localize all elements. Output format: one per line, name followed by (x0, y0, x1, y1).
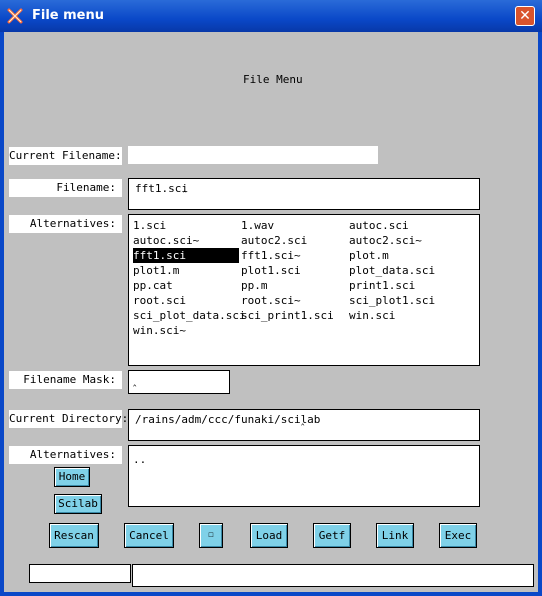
file-alternatives-list[interactable]: 1.sci 1.wav autoc.sci autoc.sci~ autoc2.sci a… (128, 214, 480, 366)
current-directory-input[interactable]: /rains/adm/ccc/funaki/scilab ‸ (128, 409, 480, 441)
unnamed-button[interactable]: ☐ (199, 523, 223, 548)
current-directory-label: Current Directory: (9, 410, 128, 428)
text-cursor: ‸ (133, 376, 137, 387)
file-list-item[interactable]: win.sci~ (133, 323, 186, 338)
file-list-item[interactable]: root.sci (133, 293, 186, 308)
file-list-item[interactable]: plot1.m (133, 263, 179, 278)
file-list-item[interactable]: autoc2.sci (241, 233, 307, 248)
filename-mask-label: Filename Mask: (9, 371, 122, 389)
filename-input[interactable]: fft1.sci ‸ (128, 178, 480, 210)
file-list-item[interactable]: 1.sci (133, 218, 166, 233)
current-filename-label: Current Filename: (9, 147, 122, 165)
file-list-item[interactable]: autoc2.sci~ (349, 233, 422, 248)
filename-value: fft1.sci (135, 182, 188, 195)
status-field-left (29, 564, 131, 583)
text-cursor: ‸ (183, 182, 187, 193)
file-list-item[interactable]: fft1.sci~ (241, 248, 301, 263)
file-list-item[interactable]: autoc.sci~ (133, 233, 199, 248)
getf-button[interactable]: Getf (313, 523, 351, 548)
file-list-item[interactable]: sci_plot1.sci (349, 293, 435, 308)
exec-button[interactable]: Exec (439, 523, 477, 548)
current-filename-field (128, 146, 378, 164)
cancel-button[interactable]: Cancel (124, 523, 174, 548)
dir-alternatives-list[interactable]: .. (128, 445, 480, 507)
alternatives-label: Alternatives: (9, 215, 122, 233)
file-list-item[interactable]: win.sci (349, 308, 395, 323)
file-list-item[interactable]: pp.m (241, 278, 268, 293)
rescan-button[interactable]: Rescan (49, 523, 99, 548)
status-field-right (132, 564, 534, 587)
filename-label: Filename: (9, 179, 122, 197)
file-list-item[interactable]: autoc.sci (349, 218, 409, 233)
file-list-item[interactable]: sci_print1.sci (241, 308, 334, 323)
title-bar[interactable]: File menu ✕ (0, 0, 542, 32)
file-list-item[interactable]: plot1.sci (241, 263, 301, 278)
dir-alternatives-label: Alternatives: (9, 446, 122, 464)
page-title: File Menu (243, 73, 303, 86)
file-list-item[interactable]: fft1.sci (133, 248, 239, 263)
file-list-item[interactable]: print1.sci (349, 278, 415, 293)
home-button[interactable]: Home (54, 467, 90, 487)
text-cursor: ‸ (301, 415, 305, 426)
close-icon: ✕ (519, 8, 531, 24)
file-list-item[interactable]: plot_data.sci (349, 263, 435, 278)
filename-mask-input[interactable]: ‸ (128, 370, 230, 394)
current-directory-value: /rains/adm/ccc/funaki/scilab (135, 413, 321, 426)
file-list-item[interactable]: plot.m (349, 248, 389, 263)
close-button[interactable]: ✕ (515, 6, 535, 26)
dir-list-item[interactable]: .. (133, 452, 146, 467)
load-button[interactable]: Load (250, 523, 288, 548)
link-button[interactable]: Link (376, 523, 414, 548)
file-list-item[interactable]: root.sci~ (241, 293, 301, 308)
file-list-item[interactable]: sci_plot_data.sci (133, 308, 246, 323)
x-app-icon (7, 8, 23, 24)
file-list-item[interactable]: pp.cat (133, 278, 173, 293)
scilab-button[interactable]: Scilab (54, 494, 102, 514)
file-list-item[interactable]: 1.wav (241, 218, 274, 233)
window-title: File menu (32, 8, 105, 23)
